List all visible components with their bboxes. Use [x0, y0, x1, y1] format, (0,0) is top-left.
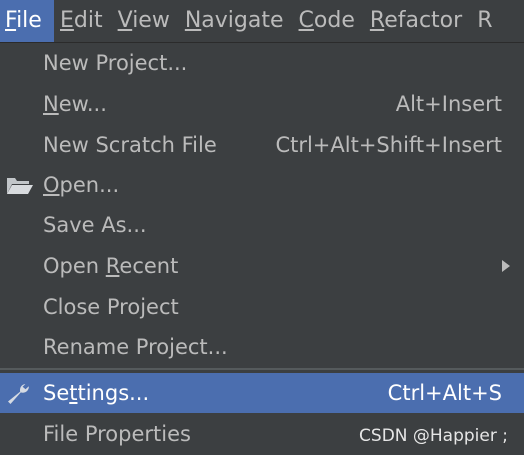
menu-item-label: Settings...	[43, 373, 149, 413]
folder-open-icon	[5, 174, 35, 196]
menu-refactor-label: efactor	[384, 8, 463, 33]
menu-item-label-rest: ecent	[119, 254, 179, 278]
menu-refactor[interactable]: Refactor	[364, 0, 471, 42]
menu-edit-mnemonic: E	[60, 8, 74, 33]
menu-item-label: New Project...	[43, 51, 188, 75]
menu-item-label: Close Project	[43, 295, 179, 319]
menu-run-partial[interactable]: R	[471, 0, 501, 42]
menu-item-open-recent[interactable]: Open Recent	[0, 246, 524, 286]
menu-item-new-project[interactable]: New Project...	[0, 43, 524, 83]
menu-view-mnemonic: V	[117, 8, 133, 33]
menu-code[interactable]: Code	[293, 0, 364, 42]
menu-item-label: Save As...	[43, 213, 147, 237]
menu-item-rename-project[interactable]: Rename Project...	[0, 327, 524, 367]
menu-item-mnemonic: R	[105, 254, 120, 278]
file-menu-dropdown: New Project... New... Alt+Insert New Scr…	[0, 43, 524, 455]
menu-item-save-as[interactable]: Save As...	[0, 205, 524, 245]
menu-item-mnemonic: N	[43, 92, 59, 116]
menu-item-new[interactable]: New... Alt+Insert	[0, 84, 524, 124]
menu-file[interactable]: File	[0, 0, 54, 42]
menu-item-settings[interactable]: Settings... Ctrl+Alt+S	[0, 373, 524, 413]
menu-code-mnemonic: C	[298, 8, 314, 33]
menu-item-open[interactable]: Open...	[0, 165, 524, 205]
menu-bar: File Edit View Navigate Code Refactor R	[0, 0, 524, 43]
menu-run-partial-label: R	[477, 8, 493, 33]
ide-window: File Edit View Navigate Code Refactor R …	[0, 0, 524, 455]
menu-code-label: ode	[313, 8, 355, 33]
menu-view-label: iew	[132, 8, 170, 33]
menu-separator	[0, 368, 524, 370]
menu-item-label: New Scratch File	[43, 133, 217, 157]
menu-navigate-mnemonic: N	[184, 8, 202, 33]
menu-item-mnemonic: O	[43, 173, 60, 197]
menu-file-label: ile	[16, 8, 42, 33]
menu-item-label: File Properties	[43, 422, 191, 446]
wrench-icon	[5, 382, 35, 404]
menu-item-close-project[interactable]: Close Project	[0, 287, 524, 327]
menu-navigate-label: avigate	[201, 8, 284, 33]
menu-item-label-rest: tings...	[77, 381, 150, 405]
menu-item-label: Open Recent	[43, 246, 178, 286]
menu-item-label-before: Se	[43, 381, 70, 405]
menu-item-label: Open...	[43, 165, 119, 205]
submenu-arrow-icon	[502, 260, 510, 272]
menu-edit-label: dit	[73, 8, 103, 33]
menu-item-new-scratch-file[interactable]: New Scratch File Ctrl+Alt+Shift+Insert	[0, 125, 524, 165]
watermark: CSDN @Happier ;	[359, 426, 508, 446]
menu-item-label-rest: pen...	[59, 173, 120, 197]
menu-item-label: New...	[43, 84, 107, 124]
menu-refactor-mnemonic: R	[369, 8, 385, 33]
menu-item-shortcut: Ctrl+Alt+Shift+Insert	[275, 133, 502, 157]
menu-file-mnemonic: F	[5, 8, 17, 33]
menu-navigate[interactable]: Navigate	[179, 0, 293, 42]
menu-edit[interactable]: Edit	[54, 0, 112, 42]
menu-item-label: Rename Project...	[43, 335, 228, 359]
menu-item-shortcut: Alt+Insert	[395, 92, 502, 116]
menu-item-label-rest: ew...	[58, 92, 107, 116]
menu-item-shortcut: Ctrl+Alt+S	[387, 381, 502, 405]
menu-view[interactable]: View	[112, 0, 179, 42]
menu-item-label-before: Open	[43, 254, 106, 278]
